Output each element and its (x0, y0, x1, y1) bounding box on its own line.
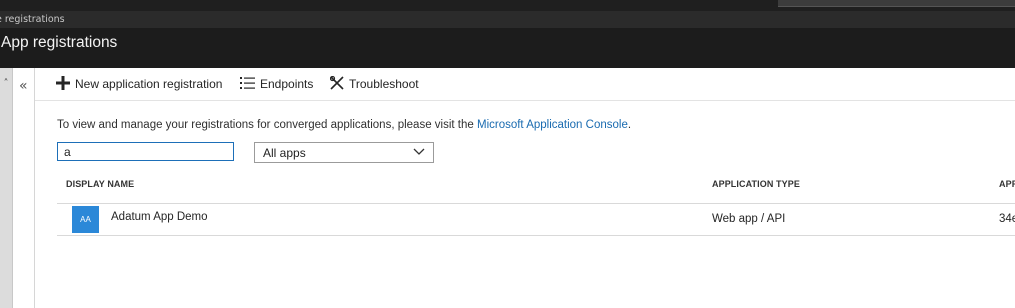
chevron-up-icon[interactable]: ˄ (0, 78, 12, 89)
info-text: To view and manage your registrations fo… (57, 119, 477, 131)
app-id: 34e (999, 213, 1015, 225)
application-console-link[interactable]: Microsoft Application Console (477, 119, 628, 131)
endpoints-button[interactable]: Endpoints (240, 75, 313, 93)
top-bar (0, 0, 1015, 11)
app-filter-selected: All apps (263, 145, 306, 160)
table-row[interactable]: AA Adatum App Demo Web app / API 34e (57, 204, 1015, 235)
wrench-icon (329, 75, 344, 93)
blade-divider (34, 68, 35, 308)
left-rail: ˄ (0, 68, 13, 308)
column-header-display-name[interactable]: DISPLAY NAME (66, 179, 134, 189)
new-application-registration-label: New application registration (75, 77, 223, 91)
troubleshoot-label: Troubleshoot (349, 77, 419, 91)
column-header-application-id[interactable]: APF (999, 179, 1015, 189)
search-input[interactable] (57, 142, 234, 161)
info-suffix: . (627, 119, 632, 131)
chevron-down-icon (413, 145, 425, 162)
collapse-icon[interactable]: « (19, 78, 28, 94)
new-application-registration-button[interactable]: New application registration (56, 75, 222, 93)
list-icon (240, 76, 255, 93)
breadcrumb[interactable]: e registrations (0, 14, 65, 25)
app-display-name: Adatum App Demo (111, 211, 208, 223)
command-toolbar: New application registration Endpoints T… (35, 68, 1015, 101)
breadcrumb-bar: e registrations (0, 11, 1015, 28)
app-type: Web app / API (712, 213, 786, 225)
title-bar: App registrations (0, 28, 1015, 68)
plus-icon (56, 75, 70, 93)
table-row-divider (57, 235, 1015, 236)
info-message: To view and manage your registrations fo… (57, 119, 631, 131)
page-title: App registrations (1, 34, 118, 51)
endpoints-label: Endpoints (260, 77, 314, 91)
app-avatar: AA (72, 206, 99, 233)
troubleshoot-button[interactable]: Troubleshoot (329, 75, 419, 93)
global-search-box[interactable] (778, 0, 1015, 7)
app-filter-dropdown[interactable]: All apps (254, 142, 434, 163)
column-header-application-type[interactable]: APPLICATION TYPE (712, 179, 800, 189)
